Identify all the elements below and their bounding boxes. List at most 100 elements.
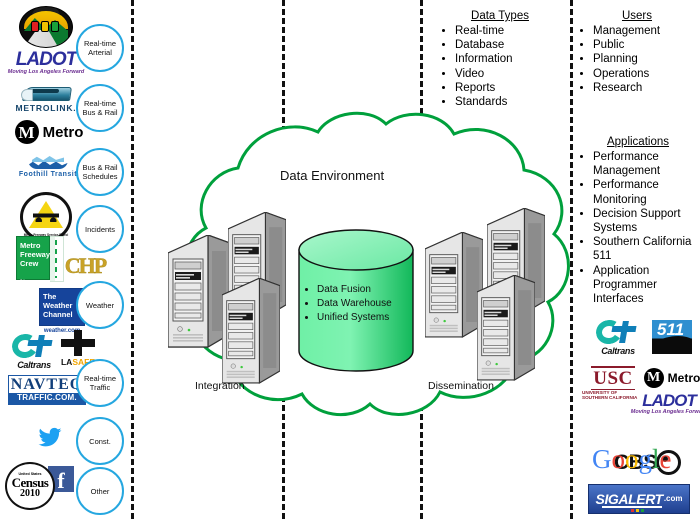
- data-types-item: Standards: [455, 95, 560, 109]
- server-dissemination-1: [425, 232, 483, 338]
- sigalert-wordmark: SIGALERT: [595, 491, 664, 507]
- navteq-trafficcom: TRAFFIC.COM.: [9, 393, 85, 404]
- bubble-label: Real-time Bus & Rail: [82, 99, 118, 117]
- logo-metro-freeway-crew: Metro Freeway Crew ● ○: [14, 236, 66, 282]
- consumer-logo-google: Google: [592, 446, 672, 473]
- navteq-box: NAVTEQ TRAFFIC.COM.: [8, 375, 86, 405]
- server-dissemination-3: [477, 275, 535, 381]
- ladot-tagline: Moving Los Angeles Forward: [7, 69, 85, 75]
- bubble-bus-rail-schedules[interactable]: Bus & Rail Schedules: [76, 148, 124, 196]
- consumer-logo-usc: USC UNIVERSITY OF SOUTHERN CALIFORNIA: [582, 366, 644, 400]
- applications-item: Performance Monitoring: [593, 178, 698, 206]
- applications-item: Southern California 511: [593, 235, 698, 263]
- intersection-icon: [61, 330, 95, 356]
- cylinder-item: Data Warehouse: [317, 297, 415, 311]
- metro-wordmark: Metro: [667, 371, 700, 385]
- applications-item: Application Programmer Interfaces: [593, 264, 698, 307]
- metro-m-icon: M: [643, 368, 664, 388]
- tow-truck-seal-icon: Metro Freeway Service Patrol: [20, 192, 72, 242]
- caltrans-ct-icon: [9, 331, 56, 361]
- logo-metro: M Metro: [14, 120, 84, 144]
- foothill-wordmark: Foothill Transit: [18, 171, 78, 178]
- usc-mark: USC UNIVERSITY OF SOUTHERN CALIFORNIA: [582, 366, 644, 400]
- data-types-block: Data Types Real-time Database Informatio…: [440, 10, 560, 109]
- data-types-item: Reports: [455, 81, 560, 95]
- bubble-incidents[interactable]: Incidents: [76, 205, 124, 253]
- consumer-logo-sigalert: SIGALERT .com: [588, 484, 690, 514]
- bubble-other[interactable]: Other: [76, 467, 124, 515]
- census-line3: 2010: [20, 488, 40, 500]
- logo-tow-service-seal: Metro Freeway Service Patrol: [20, 192, 72, 242]
- applications-title: Applications: [606, 136, 669, 148]
- data-types-title: Data Types: [471, 10, 529, 22]
- users-item: Public: [593, 38, 696, 52]
- data-types-item: Information: [455, 52, 560, 66]
- twitter-bird-icon: [38, 427, 62, 447]
- train-icon: [21, 85, 72, 102]
- logo-metrolink: METROLINK.: [12, 85, 80, 113]
- server-integration-3: [222, 278, 280, 384]
- consumer-logo-511: 511: [652, 320, 692, 354]
- users-item: Management: [593, 24, 696, 38]
- server-integration-1: [168, 235, 230, 349]
- caltrans-wordmark: Caltrans: [17, 360, 51, 370]
- google-letter: e: [659, 444, 672, 474]
- caltrans-ct-icon: [593, 317, 640, 347]
- bubble-const[interactable]: Const.: [76, 417, 124, 465]
- wave-icon: [28, 155, 68, 169]
- logo-foothill-transit: Foothill Transit: [10, 155, 86, 178]
- google-wordmark: Google: [592, 446, 672, 473]
- metro-wordmark: Metro: [42, 123, 84, 141]
- data-types-item: Database: [455, 38, 560, 52]
- cloud-title: Data Environment: [280, 168, 385, 183]
- census-seal-icon: United States Census 2010: [5, 462, 55, 510]
- google-letter: o: [611, 444, 626, 474]
- chp-wordmark: CHP: [64, 253, 108, 278]
- ladot-tagline: Moving Los Angeles Forward: [630, 409, 700, 415]
- logo-navteq: NAVTEQ TRAFFIC.COM.: [8, 375, 86, 405]
- metrolink-wordmark: METROLINK.: [15, 103, 77, 113]
- diagram-canvas: Data Environment Integration Disseminati…: [0, 0, 700, 519]
- caltrans-wordmark: Caltrans: [601, 346, 635, 356]
- google-letter: g: [638, 444, 653, 474]
- ladot-badge-icon: [19, 6, 73, 48]
- bubble-label: Const.: [89, 436, 111, 446]
- google-letter: o: [625, 444, 639, 474]
- users-item: Research: [593, 81, 696, 95]
- ladot-wordmark: LADOT: [642, 391, 697, 410]
- bubble-label: Incidents: [84, 224, 116, 234]
- bubble-label: Weather: [85, 300, 115, 310]
- metro-m-icon: M: [14, 120, 39, 144]
- ladot-wordmark: LADOT: [15, 49, 77, 70]
- cylinder-items: Data Fusion Data Warehouse Unified Syste…: [303, 283, 415, 325]
- logo-census-2010: United States Census 2010: [4, 462, 56, 510]
- logo-caltrans: Caltrans: [8, 331, 60, 370]
- cylinder-item: Data Fusion: [317, 283, 415, 297]
- bubble-real-time-bus-rail[interactable]: Real-time Bus & Rail: [76, 84, 124, 132]
- applications-item: Performance Management: [593, 150, 698, 178]
- sigalert-domain: .com: [663, 494, 683, 503]
- logo-twitter: [30, 425, 70, 450]
- logo-chp: CHP: [60, 253, 110, 278]
- applications-block: Applications Performance Management Perf…: [578, 136, 698, 306]
- bubble-label: Real-time Traffic: [83, 374, 117, 392]
- users-block: Users Management Public Planning Operati…: [578, 10, 696, 95]
- users-title: Users: [621, 10, 653, 22]
- bubble-label: Other: [90, 486, 110, 496]
- bubble-label: Bus & Rail Schedules: [82, 163, 118, 181]
- consumer-logo-metro: M Metro: [640, 368, 700, 388]
- logo-ladot: LADOT Moving Los Angeles Forward: [7, 6, 85, 76]
- 511-icon: 511: [652, 320, 692, 354]
- navteq-wordmark: NAVTEQ: [10, 376, 84, 393]
- consumer-logo-ladot: LADOT Moving Los Angeles Forward: [631, 390, 700, 416]
- users-item: Operations: [593, 67, 696, 81]
- usc-subtext: UNIVERSITY OF SOUTHERN CALIFORNIA: [582, 390, 638, 400]
- bubble-weather[interactable]: Weather: [76, 281, 124, 329]
- bubble-real-time-arterial[interactable]: Real-time Arterial: [76, 24, 124, 72]
- lasafe-la: LA: [60, 357, 73, 367]
- data-types-item: Video: [455, 67, 560, 81]
- applications-item: Decision Support Systems: [593, 207, 698, 235]
- bubble-real-time-traffic[interactable]: Real-time Traffic: [76, 359, 124, 407]
- cylinder-item: Unified Systems: [317, 311, 415, 325]
- users-item: Planning: [593, 52, 696, 66]
